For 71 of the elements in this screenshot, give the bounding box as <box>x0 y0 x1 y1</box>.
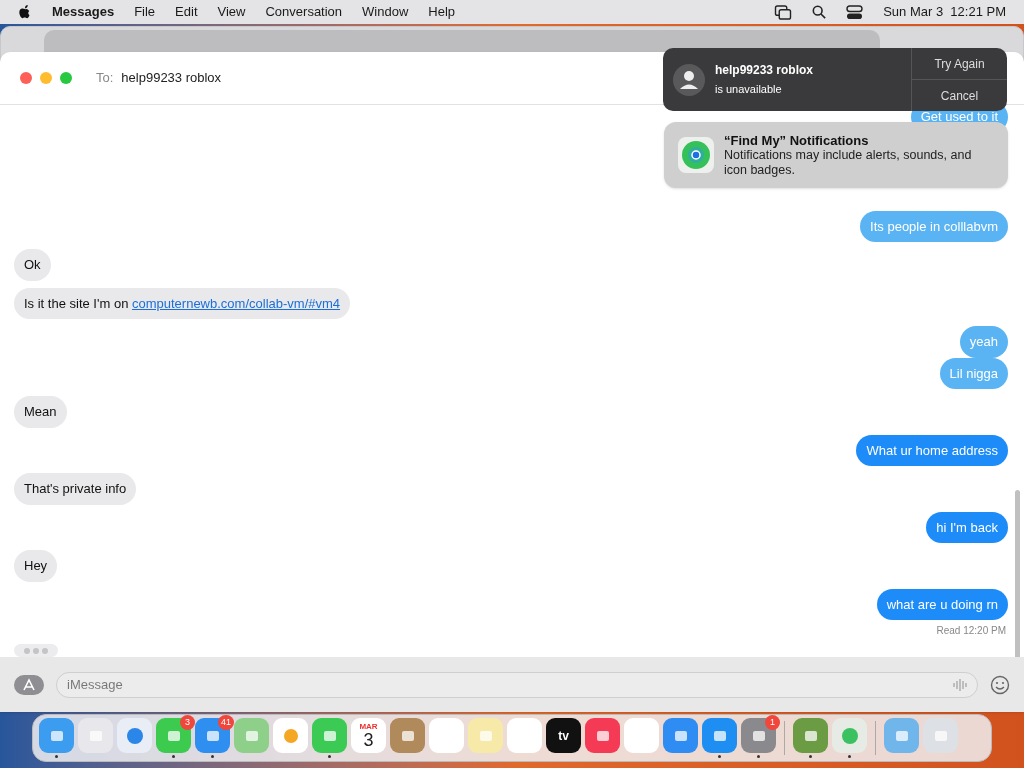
app-icon[interactable] <box>507 718 542 753</box>
message-input[interactable]: iMessage <box>56 671 978 698</box>
menu-item[interactable]: View <box>217 2 246 22</box>
search-icon[interactable] <box>812 5 827 19</box>
menu-item[interactable]: Conversation <box>265 2 343 22</box>
scroll-bar[interactable] <box>1015 490 1020 657</box>
alert-button[interactable]: Try Again <box>912 48 1007 79</box>
app-icon[interactable] <box>195 718 230 753</box>
app-icon[interactable] <box>585 718 620 753</box>
close-button[interactable] <box>20 72 32 84</box>
tv-label: tv <box>558 727 569 745</box>
message-bubble: Hey <box>14 550 58 582</box>
app-icon[interactable] <box>741 718 776 753</box>
message-bubble: hi I'm back <box>926 511 1008 543</box>
notification-title: “Find My” Notifications <box>724 132 870 148</box>
notification-badge: 1 <box>765 715 780 730</box>
app-icon[interactable]: MAR 3 <box>351 718 386 753</box>
audio-wave-icon[interactable] <box>952 677 968 692</box>
notification-badge: 3 <box>180 715 195 730</box>
message-bubble: That's private info <box>14 473 137 505</box>
message-bubble: Is it the site I'm on computernewb.com/collab-vm/#vm4 <box>14 287 351 319</box>
app-icon[interactable] <box>390 718 425 753</box>
app-icon[interactable] <box>39 718 74 753</box>
menu-item[interactable]: Edit <box>175 2 198 22</box>
windows-icon[interactable] <box>774 4 793 20</box>
control-center-icon[interactable] <box>846 4 864 20</box>
apple-logo-icon[interactable] <box>18 4 32 20</box>
message-bubble: Ok <box>14 249 51 281</box>
person-avatar-icon <box>673 63 705 96</box>
app-icon[interactable] <box>312 718 347 753</box>
read-receipt: Read 12:20 PM <box>936 624 1006 638</box>
message-bubble: What ur home address <box>856 434 1008 466</box>
app-store-icon[interactable] <box>14 674 44 695</box>
app-icon[interactable] <box>663 718 698 753</box>
find-my-app-icon <box>678 137 714 173</box>
message-bubble: what are u doing rn <box>876 588 1008 620</box>
app-icon[interactable] <box>624 718 659 753</box>
alert-title: help99233 roblox <box>715 62 814 80</box>
to-label: To: <box>96 69 114 88</box>
app-icon[interactable] <box>429 718 464 753</box>
app-icon[interactable] <box>832 718 867 753</box>
app-icon[interactable] <box>793 718 828 753</box>
emoji-icon[interactable] <box>990 674 1010 695</box>
minimize-button[interactable] <box>40 72 52 84</box>
app-icon[interactable] <box>884 718 919 753</box>
app-icon[interactable]: tv <box>546 718 581 753</box>
app-icon[interactable] <box>923 718 958 753</box>
app-icon[interactable] <box>234 718 269 753</box>
app-menu[interactable]: Messages <box>52 2 115 22</box>
calendar-day: 3 <box>363 730 374 749</box>
message-bubble: Its people in colllabvm <box>860 210 1008 242</box>
alert-subtitle: is unavailable <box>715 82 783 98</box>
message-link[interactable]: computernewb.com/collab-vm/#vm4 <box>131 295 341 311</box>
app-icon[interactable] <box>702 718 737 753</box>
message-bubble: yeah <box>959 326 1008 358</box>
app-icon[interactable] <box>117 718 152 753</box>
menu-item[interactable]: Window <box>362 2 409 22</box>
app-icon[interactable] <box>273 718 308 753</box>
notification-banner[interactable]: “Find My” Notifications Notifications may include alerts, sounds, and icon badges. <box>664 122 1008 188</box>
app-icon[interactable] <box>78 718 113 753</box>
app-icon[interactable] <box>156 718 191 753</box>
menu-clock[interactable]: Sun Mar 3 12:21 PM <box>883 2 1006 22</box>
message-bubble: Lil nigga <box>939 357 1008 389</box>
alert-button[interactable]: Cancel <box>912 79 1007 111</box>
menu-item[interactable]: Help <box>428 2 456 22</box>
notification-body: Notifications may include alerts, sounds, and icon badges. <box>724 147 973 178</box>
calendar-month: MAR <box>359 722 378 731</box>
menu-item[interactable]: File <box>134 2 156 22</box>
message-bubble: Mean <box>14 396 67 428</box>
recipient-name: help99233 roblox <box>121 69 222 88</box>
zoom-button[interactable] <box>60 72 72 84</box>
